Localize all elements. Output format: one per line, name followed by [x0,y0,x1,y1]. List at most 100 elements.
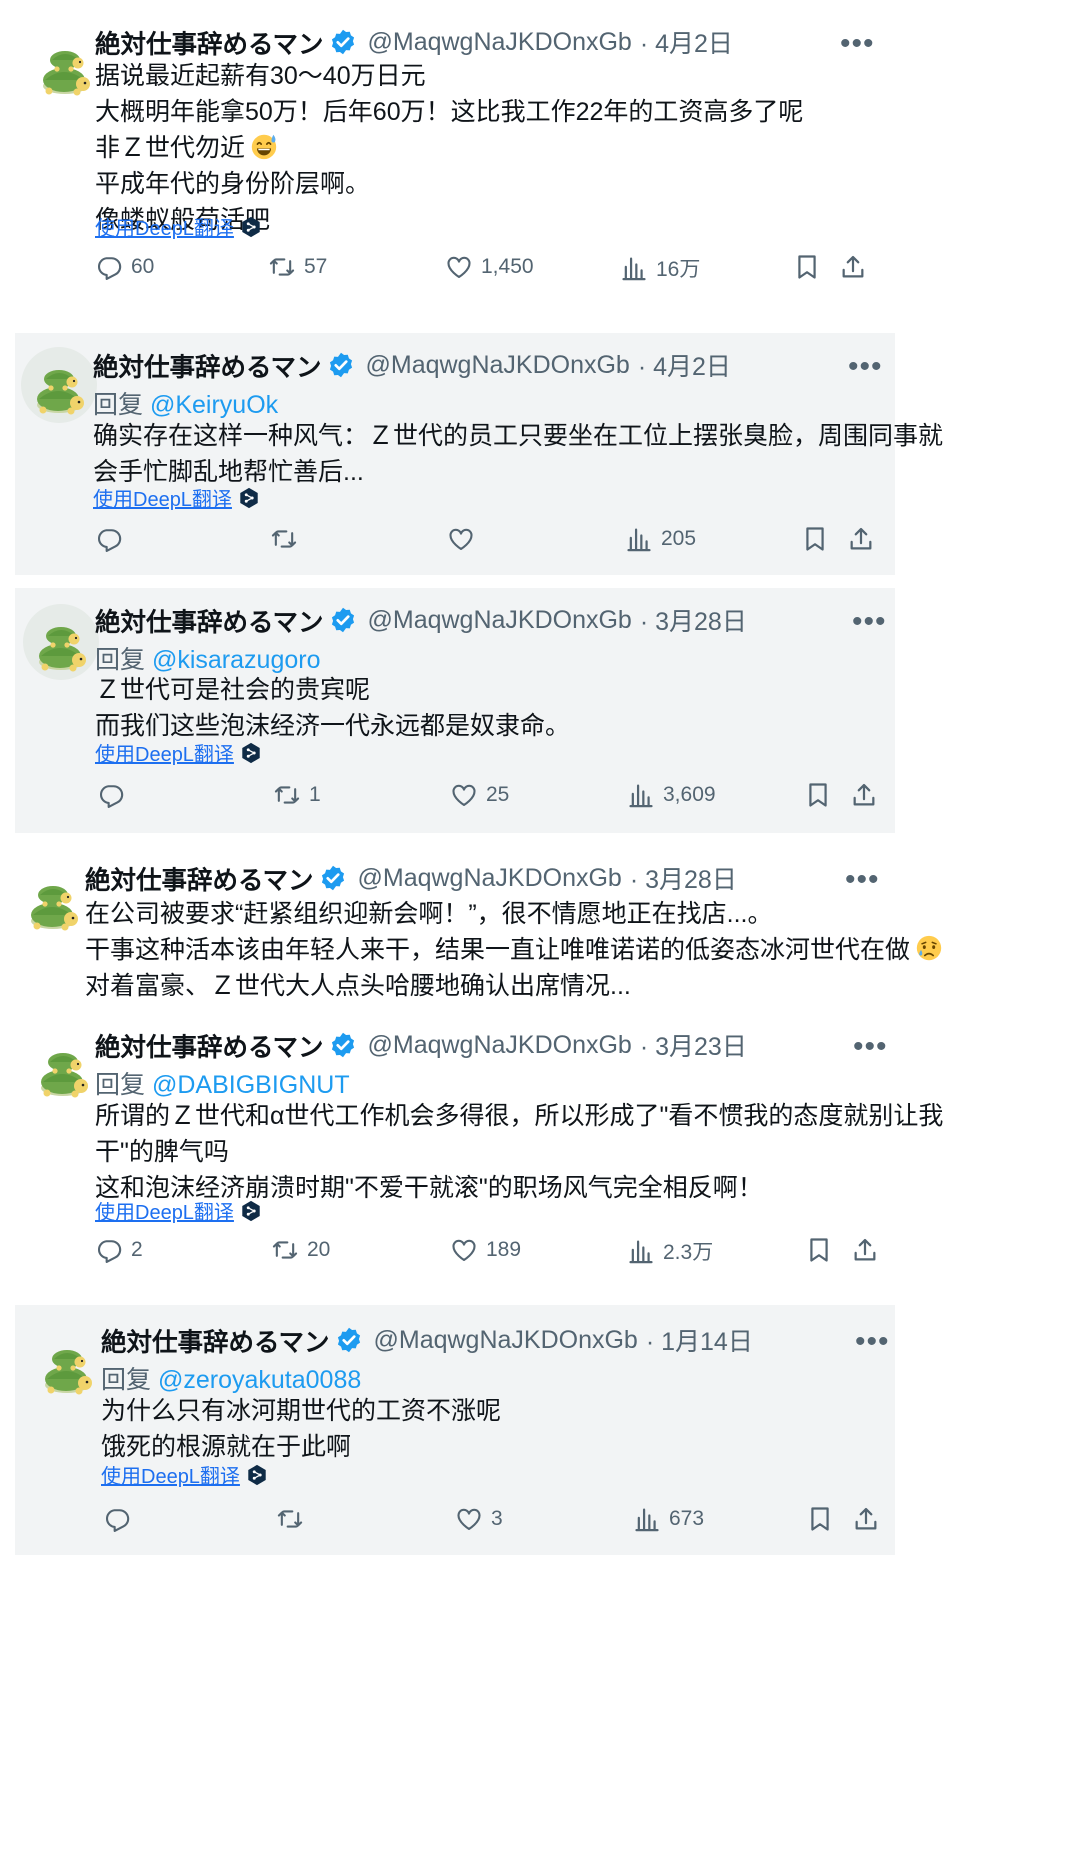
user-handle[interactable]: @MaqwgNaJKDOnxGb [367,606,631,635]
reply-to-line: 回复 @KeiryuOk [93,385,278,421]
post-5[interactable]: 絶対仕事辞めるマン @MaqwgNaJKDOnxGb · 3月23日 ••• 回… [15,1010,943,1295]
avatar[interactable] [27,28,103,104]
reply-count: 2 [131,1238,143,1261]
post-header: 絶対仕事辞めるマン @MaqwgNaJKDOnxGb · 3月28日 [85,860,737,896]
post-4[interactable]: 絶対仕事辞めるマン @MaqwgNaJKDOnxGb · 3月28日 ••• 在… [15,845,895,1000]
views-chart-icon [627,1237,655,1265]
reply-button[interactable]: 2 [95,1236,143,1264]
share-button[interactable] [847,525,883,553]
repost-button[interactable]: 57 [268,253,327,281]
heart-icon [450,1236,478,1264]
views-button[interactable]: 673 [633,1505,704,1533]
post-date[interactable]: · 1月14日 [646,1322,753,1358]
reply-button[interactable]: 60 [95,253,154,281]
share-button[interactable] [850,781,886,809]
action-bar: 1 25 3,609 [97,781,897,821]
post-3[interactable]: 絶対仕事辞めるマン @MaqwgNaJKDOnxGb · 3月28日 ••• 回… [15,588,895,833]
reply-prefix: 回复 [101,1366,152,1394]
reply-button[interactable] [95,525,131,553]
more-options-button[interactable]: ••• [853,1032,888,1062]
translate-link[interactable]: 使用DeepL翻译 [101,1460,268,1489]
more-options-button[interactable]: ••• [840,29,875,59]
reply-mention-link[interactable]: @DABIGBIGNUT [152,1071,350,1099]
reply-count: 60 [131,255,155,278]
user-handle[interactable]: @MaqwgNaJKDOnxGb [357,864,621,893]
views-button[interactable]: 2.3万 [627,1236,713,1266]
avatar[interactable] [25,1030,101,1106]
post-date[interactable]: · 3月28日 [640,602,747,638]
reply-mention-link[interactable]: @kisarazugoro [152,646,321,674]
share-icon [847,525,875,553]
like-button[interactable]: 25 [450,781,509,809]
reply-button[interactable] [97,781,133,809]
post-text: 据说最近起薪有30～40万日元 大概明年能拿50万！后年60万！这比我工作22年… [95,58,803,238]
reply-icon [95,525,123,553]
post-line: 在公司被要求“赶紧组织迎新会啊！”，很不情愿地正在找店...。 [85,900,773,928]
avatar[interactable] [21,347,97,423]
avatar[interactable] [23,604,99,680]
repost-button[interactable]: 1 [273,781,321,809]
post-date[interactable]: · 4月2日 [638,347,731,383]
post-text: 在公司被要求“赶紧组织迎新会啊！”，很不情愿地正在找店...。 干事这种活本该由… [85,896,944,1004]
verified-badge-icon [329,28,357,56]
display-name[interactable]: 絶対仕事辞めるマン [101,1322,329,1359]
more-options-button[interactable]: ••• [845,865,880,895]
more-options-button[interactable]: ••• [852,607,887,637]
repost-button[interactable]: 20 [271,1236,330,1264]
bookmark-button[interactable] [805,1236,841,1264]
like-button[interactable]: 1,450 [445,253,534,281]
user-handle[interactable]: @MaqwgNaJKDOnxGb [367,1031,631,1060]
views-chart-icon [633,1505,661,1533]
views-button[interactable]: 3,609 [627,781,716,809]
heart-icon [450,781,478,809]
post-date[interactable]: · 3月23日 [640,1027,747,1063]
user-handle[interactable]: @MaqwgNaJKDOnxGb [373,1326,637,1355]
display-name[interactable]: 絶対仕事辞めるマン [95,24,323,61]
user-handle[interactable]: @MaqwgNaJKDOnxGb [365,351,629,380]
deepl-icon [240,742,262,764]
translate-link[interactable]: 使用DeepL翻译 [95,212,262,241]
translate-link[interactable]: 使用DeepL翻译 [95,1196,262,1225]
repost-button[interactable] [276,1505,312,1533]
display-name[interactable]: 絶対仕事辞めるマン [95,602,323,639]
reply-mention-link[interactable]: @KeiryuOk [150,391,278,419]
share-button[interactable] [839,253,875,281]
bookmark-button[interactable] [793,253,829,281]
bookmark-button[interactable] [806,1505,842,1533]
share-icon [839,253,867,281]
post-header: 絶対仕事辞めるマン @MaqwgNaJKDOnxGb · 1月14日 [101,1322,753,1358]
display-name[interactable]: 絶対仕事辞めるマン [95,1027,323,1064]
repost-button[interactable] [270,525,306,553]
translate-link[interactable]: 使用DeepL翻译 [93,483,260,512]
post-date[interactable]: · 3月28日 [630,860,737,896]
post-1[interactable]: 絶対仕事辞めるマン @MaqwgNaJKDOnxGb · 4月2日 ••• 据说… [15,0,895,315]
display-name[interactable]: 絶対仕事辞めるマン [85,860,313,897]
post-2[interactable]: 絶対仕事辞めるマン @MaqwgNaJKDOnxGb · 4月2日 ••• 回复… [15,333,943,575]
avatar[interactable] [29,1327,105,1403]
deepl-icon [240,216,262,238]
deepl-icon [240,1200,262,1222]
bookmark-icon [806,1505,834,1533]
like-button[interactable]: 189 [450,1236,521,1264]
post-date[interactable]: · 4月2日 [640,24,733,60]
more-options-button[interactable]: ••• [855,1327,890,1357]
like-button[interactable]: 3 [455,1505,503,1533]
like-button[interactable] [447,525,483,553]
more-options-button[interactable]: ••• [848,352,883,382]
views-button[interactable]: 205 [625,525,696,553]
avatar[interactable] [15,863,91,939]
share-button[interactable] [851,1236,887,1264]
bookmark-button[interactable] [804,781,840,809]
user-handle[interactable]: @MaqwgNaJKDOnxGb [367,28,631,57]
display-name[interactable]: 絶対仕事辞めるマン [93,347,321,384]
post-6[interactable]: 絶対仕事辞めるマン @MaqwgNaJKDOnxGb · 1月14日 ••• 回… [15,1305,895,1555]
views-button[interactable]: 16万 [620,253,700,283]
share-button[interactable] [852,1505,888,1533]
post-header: 絶対仕事辞めるマン @MaqwgNaJKDOnxGb · 4月2日 [95,24,733,60]
reply-mention-link[interactable]: @zeroyakuta0088 [158,1366,361,1394]
bookmark-button[interactable] [801,525,837,553]
translate-link[interactable]: 使用DeepL翻译 [95,738,262,767]
reply-button[interactable] [103,1505,139,1533]
turtle-avatar-icon [27,28,103,104]
post-line: 所谓的Ｚ世代和α世代工作机会多得很，所以形成了"看不惯我的态度就别让我 [95,1102,944,1130]
